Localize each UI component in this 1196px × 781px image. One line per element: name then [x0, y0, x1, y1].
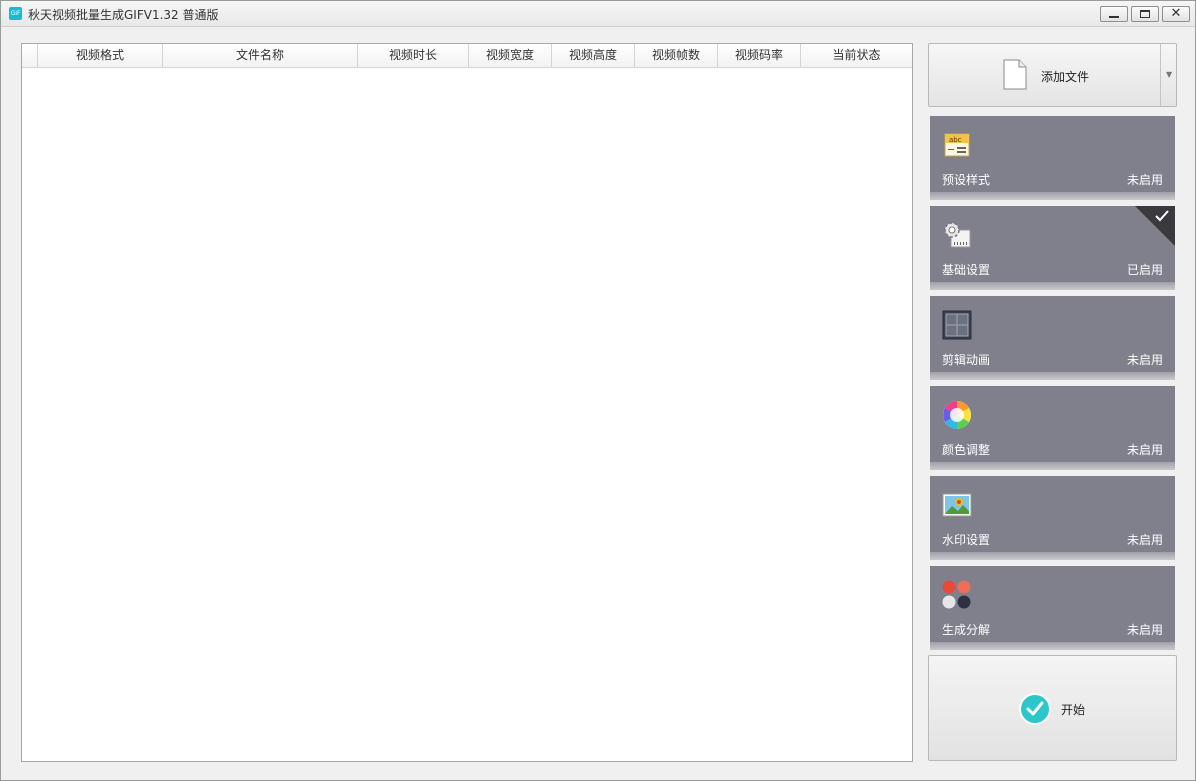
add-file-label: 添加文件 [1041, 70, 1090, 84]
card-name: 水印设置 [942, 533, 991, 547]
minimize-button[interactable] [1100, 6, 1128, 22]
abc-preset-icon: abc [944, 133, 970, 157]
app-window: GIF 秋天视频批量生成GIFV1.32 普通版 ✕ 视频格式 文件名称 视频时… [0, 0, 1196, 781]
enabled-check-icon [1135, 206, 1175, 246]
file-icon [1003, 59, 1027, 90]
card-bottom-strip [930, 462, 1175, 470]
column-header-select[interactable] [22, 44, 38, 68]
card-name: 预设样式 [942, 173, 991, 187]
card-name: 剪辑动画 [942, 353, 991, 367]
card-generate-decompose[interactable]: 生成分解 未启用 [930, 566, 1175, 650]
minimize-icon [1109, 16, 1119, 18]
maximize-icon [1140, 10, 1150, 18]
card-status: 未启用 [1126, 443, 1163, 457]
card-basic-settings[interactable]: 基础设置 已启用 [930, 206, 1175, 290]
column-header-bitrate[interactable]: 视频码率 [718, 44, 801, 68]
svg-text:abc: abc [949, 136, 962, 144]
card-bottom-strip [930, 282, 1175, 290]
start-label: 开始 [1061, 703, 1086, 717]
color-dots-icon [942, 580, 971, 609]
card-name: 基础设置 [942, 263, 991, 277]
card-status: 已启用 [1126, 263, 1163, 277]
column-header-duration[interactable]: 视频时长 [358, 44, 469, 68]
start-button[interactable]: 开始 [928, 655, 1177, 761]
title-bar: GIF 秋天视频批量生成GIFV1.32 普通版 ✕ [1, 1, 1195, 27]
column-header-width[interactable]: 视频宽度 [469, 44, 552, 68]
card-bottom-strip [930, 642, 1175, 650]
gear-settings-icon [944, 222, 971, 248]
dropdown-arrow-icon[interactable]: ▼ [1166, 70, 1172, 79]
window-title: 秋天视频批量生成GIFV1.32 普通版 [28, 8, 219, 22]
card-bottom-strip [930, 372, 1175, 380]
check-circle-icon [1019, 693, 1051, 725]
column-header-filename[interactable]: 文件名称 [163, 44, 358, 68]
card-watermark-settings[interactable]: 水印设置 未启用 [930, 476, 1175, 560]
image-watermark-icon [942, 493, 972, 517]
column-header-format[interactable]: 视频格式 [38, 44, 163, 68]
close-icon: ✕ [1170, 6, 1182, 21]
maximize-button[interactable] [1131, 6, 1159, 22]
card-bottom-strip [930, 192, 1175, 200]
gif-app-icon: GIF [9, 7, 22, 20]
card-status: 未启用 [1126, 623, 1163, 637]
add-file-button[interactable]: 添加文件 ▼ [928, 43, 1177, 107]
column-header-status[interactable]: 当前状态 [801, 44, 912, 68]
card-name: 生成分解 [942, 623, 991, 637]
card-name: 颜色调整 [942, 443, 991, 457]
table-header: 视频格式 文件名称 视频时长 视频宽度 视频高度 视频帧数 视频码率 当前状态 [22, 44, 912, 68]
color-wheel-icon [943, 401, 971, 429]
card-status: 未启用 [1126, 533, 1163, 547]
file-list-table[interactable]: 视频格式 文件名称 视频时长 视频宽度 视频高度 视频帧数 视频码率 当前状态 [21, 43, 913, 762]
column-header-frames[interactable]: 视频帧数 [635, 44, 718, 68]
card-color-adjust[interactable]: 颜色调整 未启用 [930, 386, 1175, 470]
card-bottom-strip [930, 552, 1175, 560]
card-clip-animation[interactable]: 剪辑动画 未启用 [930, 296, 1175, 380]
crop-grid-icon [942, 310, 972, 340]
card-status: 未启用 [1126, 353, 1163, 367]
card-status: 未启用 [1126, 173, 1163, 187]
add-file-divider [1160, 44, 1161, 106]
column-header-height[interactable]: 视频高度 [552, 44, 635, 68]
card-preset-style[interactable]: abc 预设样式 未启用 [930, 116, 1175, 200]
close-button[interactable]: ✕ [1162, 6, 1190, 22]
